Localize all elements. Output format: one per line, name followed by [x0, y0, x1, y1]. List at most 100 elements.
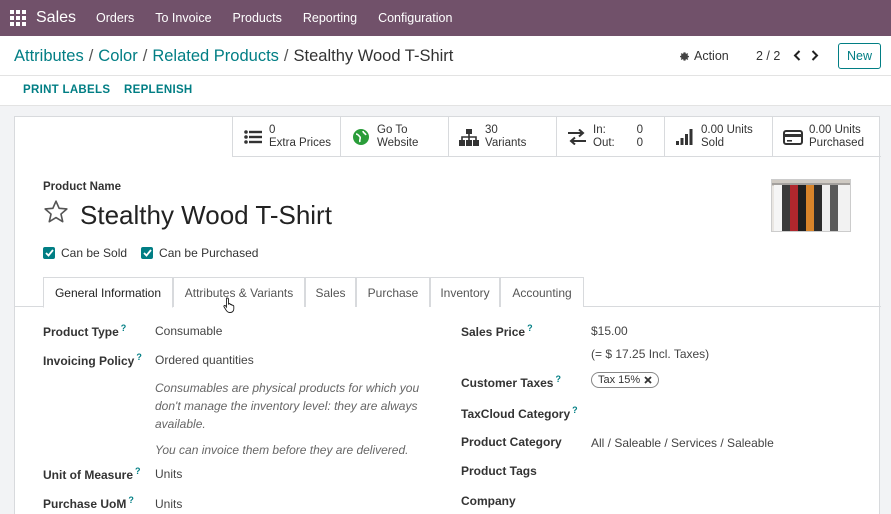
product-name-input[interactable]: Stealthy Wood T-Shirt — [80, 200, 332, 231]
globe-icon — [351, 127, 371, 147]
menu-reporting[interactable]: Reporting — [303, 11, 357, 25]
help-icon[interactable]: ? — [135, 466, 141, 476]
top-navbar: Sales Orders To Invoice Products Reporti… — [0, 0, 891, 36]
taxcloud-category-label: TaxCloud Category? — [461, 405, 578, 421]
app-name[interactable]: Sales — [36, 9, 76, 27]
breadcrumb-separator: / — [88, 47, 94, 65]
product-category-select[interactable]: All / Saleable / Services / Saleable — [591, 436, 774, 450]
breadcrumb: Attributes / Color / Related Products / Stealt… — [14, 47, 453, 66]
in-out-button[interactable]: In: 0 Out: 0 — [556, 117, 664, 157]
company-label: Company — [461, 494, 516, 508]
product-type-label: Product Type? — [43, 323, 127, 339]
gear-icon — [680, 51, 690, 61]
action-label: Action — [694, 49, 729, 63]
uom-label: Unit of Measure? — [43, 466, 141, 482]
mouse-pointer-icon — [223, 297, 235, 313]
menu-orders[interactable]: Orders — [96, 11, 134, 25]
purchased-button[interactable]: 0.00 Units Purchased — [772, 117, 880, 157]
variants-button[interactable]: 30 Variants — [448, 117, 556, 157]
close-icon[interactable] — [644, 376, 652, 384]
form-tabs: General Information Attributes & Variant… — [15, 277, 881, 308]
invoicing-policy-label: Invoicing Policy? — [43, 352, 142, 368]
sold-value: 0.00 Units — [701, 124, 753, 136]
menu-products[interactable]: Products — [233, 11, 282, 25]
list-icon — [243, 127, 263, 147]
product-checkboxes: Can be Sold Can be Purchased — [43, 246, 258, 260]
help-icon[interactable]: ? — [121, 323, 127, 333]
pager-previous-button[interactable] — [790, 46, 804, 64]
product-image[interactable] — [771, 179, 851, 232]
form-statusbar: PRINT LABELS REPLENISH — [0, 76, 891, 106]
new-button[interactable]: New — [838, 43, 881, 69]
tab-attributes-variants[interactable]: Attributes & Variants — [173, 277, 305, 307]
in-label: In: — [593, 124, 606, 136]
breadcrumb-color[interactable]: Color — [98, 47, 137, 65]
extra-prices-label: Extra Prices — [269, 137, 331, 149]
extra-prices-value: 0 — [269, 124, 276, 136]
out-value: 0 — [636, 137, 643, 149]
help-icon[interactable]: ? — [527, 323, 533, 333]
form-sheet: 0 Extra Prices Go To Website 30 Variants In… — [14, 116, 881, 514]
pager-next-button[interactable] — [808, 46, 822, 64]
sold-button[interactable]: 0.00 Units Sold — [664, 117, 772, 157]
website-line2: Website — [377, 137, 419, 149]
breadcrumb-separator: / — [283, 47, 289, 65]
website-line1: Go To — [377, 124, 408, 136]
checkbox-checked-icon — [43, 247, 55, 259]
product-tags-label: Product Tags — [461, 464, 537, 478]
breadcrumb-related-products[interactable]: Related Products — [152, 47, 279, 65]
product-name-label: Product Name — [43, 181, 121, 193]
sold-label: Sold — [701, 137, 725, 149]
star-icon[interactable] — [43, 199, 69, 225]
tab-purchase[interactable]: Purchase — [356, 277, 430, 307]
can-be-sold-label: Can be Sold — [61, 246, 128, 260]
uom-select[interactable]: Units — [155, 467, 182, 481]
apps-grid-icon[interactable] — [0, 0, 36, 36]
breadcrumb-separator: / — [142, 47, 148, 65]
tab-accounting[interactable]: Accounting — [500, 277, 584, 307]
help-icon[interactable]: ? — [128, 495, 134, 505]
sales-price-incl-taxes: (= $ 17.25 Incl. Taxes) — [591, 347, 710, 361]
can-be-purchased-label: Can be Purchased — [159, 246, 259, 260]
can-be-purchased-checkbox[interactable]: Can be Purchased — [141, 246, 258, 260]
print-labels-button[interactable]: PRINT LABELS — [23, 84, 110, 96]
help-icon[interactable]: ? — [555, 374, 561, 384]
go-to-website-button[interactable]: Go To Website — [340, 117, 448, 157]
chevron-right-icon — [811, 49, 819, 61]
checkbox-checked-icon — [141, 247, 154, 259]
purchase-uom-label: Purchase UoM? — [43, 495, 134, 511]
menu-configuration[interactable]: Configuration — [378, 11, 452, 25]
invoicing-policy-select[interactable]: Ordered quantities — [155, 353, 254, 367]
replenish-button[interactable]: REPLENISH — [124, 84, 193, 96]
action-button[interactable]: Action — [679, 49, 729, 63]
smart-buttons: 0 Extra Prices Go To Website 30 Variants In… — [232, 117, 881, 157]
tab-sales[interactable]: Sales — [305, 277, 356, 307]
help-icon[interactable]: ? — [572, 405, 578, 415]
menu-to-invoice[interactable]: To Invoice — [155, 11, 211, 25]
exchange-icon — [567, 127, 587, 147]
breadcrumb-current: Stealthy Wood T-Shirt — [293, 47, 454, 65]
bar-chart-icon — [675, 127, 695, 147]
out-label: Out: — [593, 137, 615, 149]
tab-general-information[interactable]: General Information — [43, 277, 173, 308]
variants-label: Variants — [485, 137, 527, 149]
purchased-label: Purchased — [809, 137, 864, 149]
tax-tag[interactable]: Tax 15% — [591, 372, 660, 388]
extra-prices-button[interactable]: 0 Extra Prices — [232, 117, 340, 157]
credit-card-icon — [783, 127, 803, 147]
product-category-label: Product Category — [461, 435, 562, 449]
sales-price-input[interactable]: $15.00 — [591, 324, 628, 338]
help-icon[interactable]: ? — [136, 352, 142, 362]
sales-price-label: Sales Price? — [461, 323, 533, 339]
breadcrumb-attributes[interactable]: Attributes — [14, 47, 84, 65]
tab-inventory[interactable]: Inventory — [430, 277, 500, 307]
customer-taxes-label: Customer Taxes? — [461, 374, 561, 390]
in-value: 0 — [636, 124, 643, 136]
product-type-select[interactable]: Consumable — [155, 324, 222, 338]
tax-tag-label: Tax 15% — [598, 374, 641, 386]
sitemap-icon — [459, 127, 479, 147]
can-be-sold-checkbox[interactable]: Can be Sold — [43, 246, 127, 260]
pager-value[interactable]: 2 / 2 — [756, 49, 780, 63]
chevron-left-icon — [793, 49, 801, 61]
purchase-uom-select[interactable]: Units — [155, 497, 182, 511]
